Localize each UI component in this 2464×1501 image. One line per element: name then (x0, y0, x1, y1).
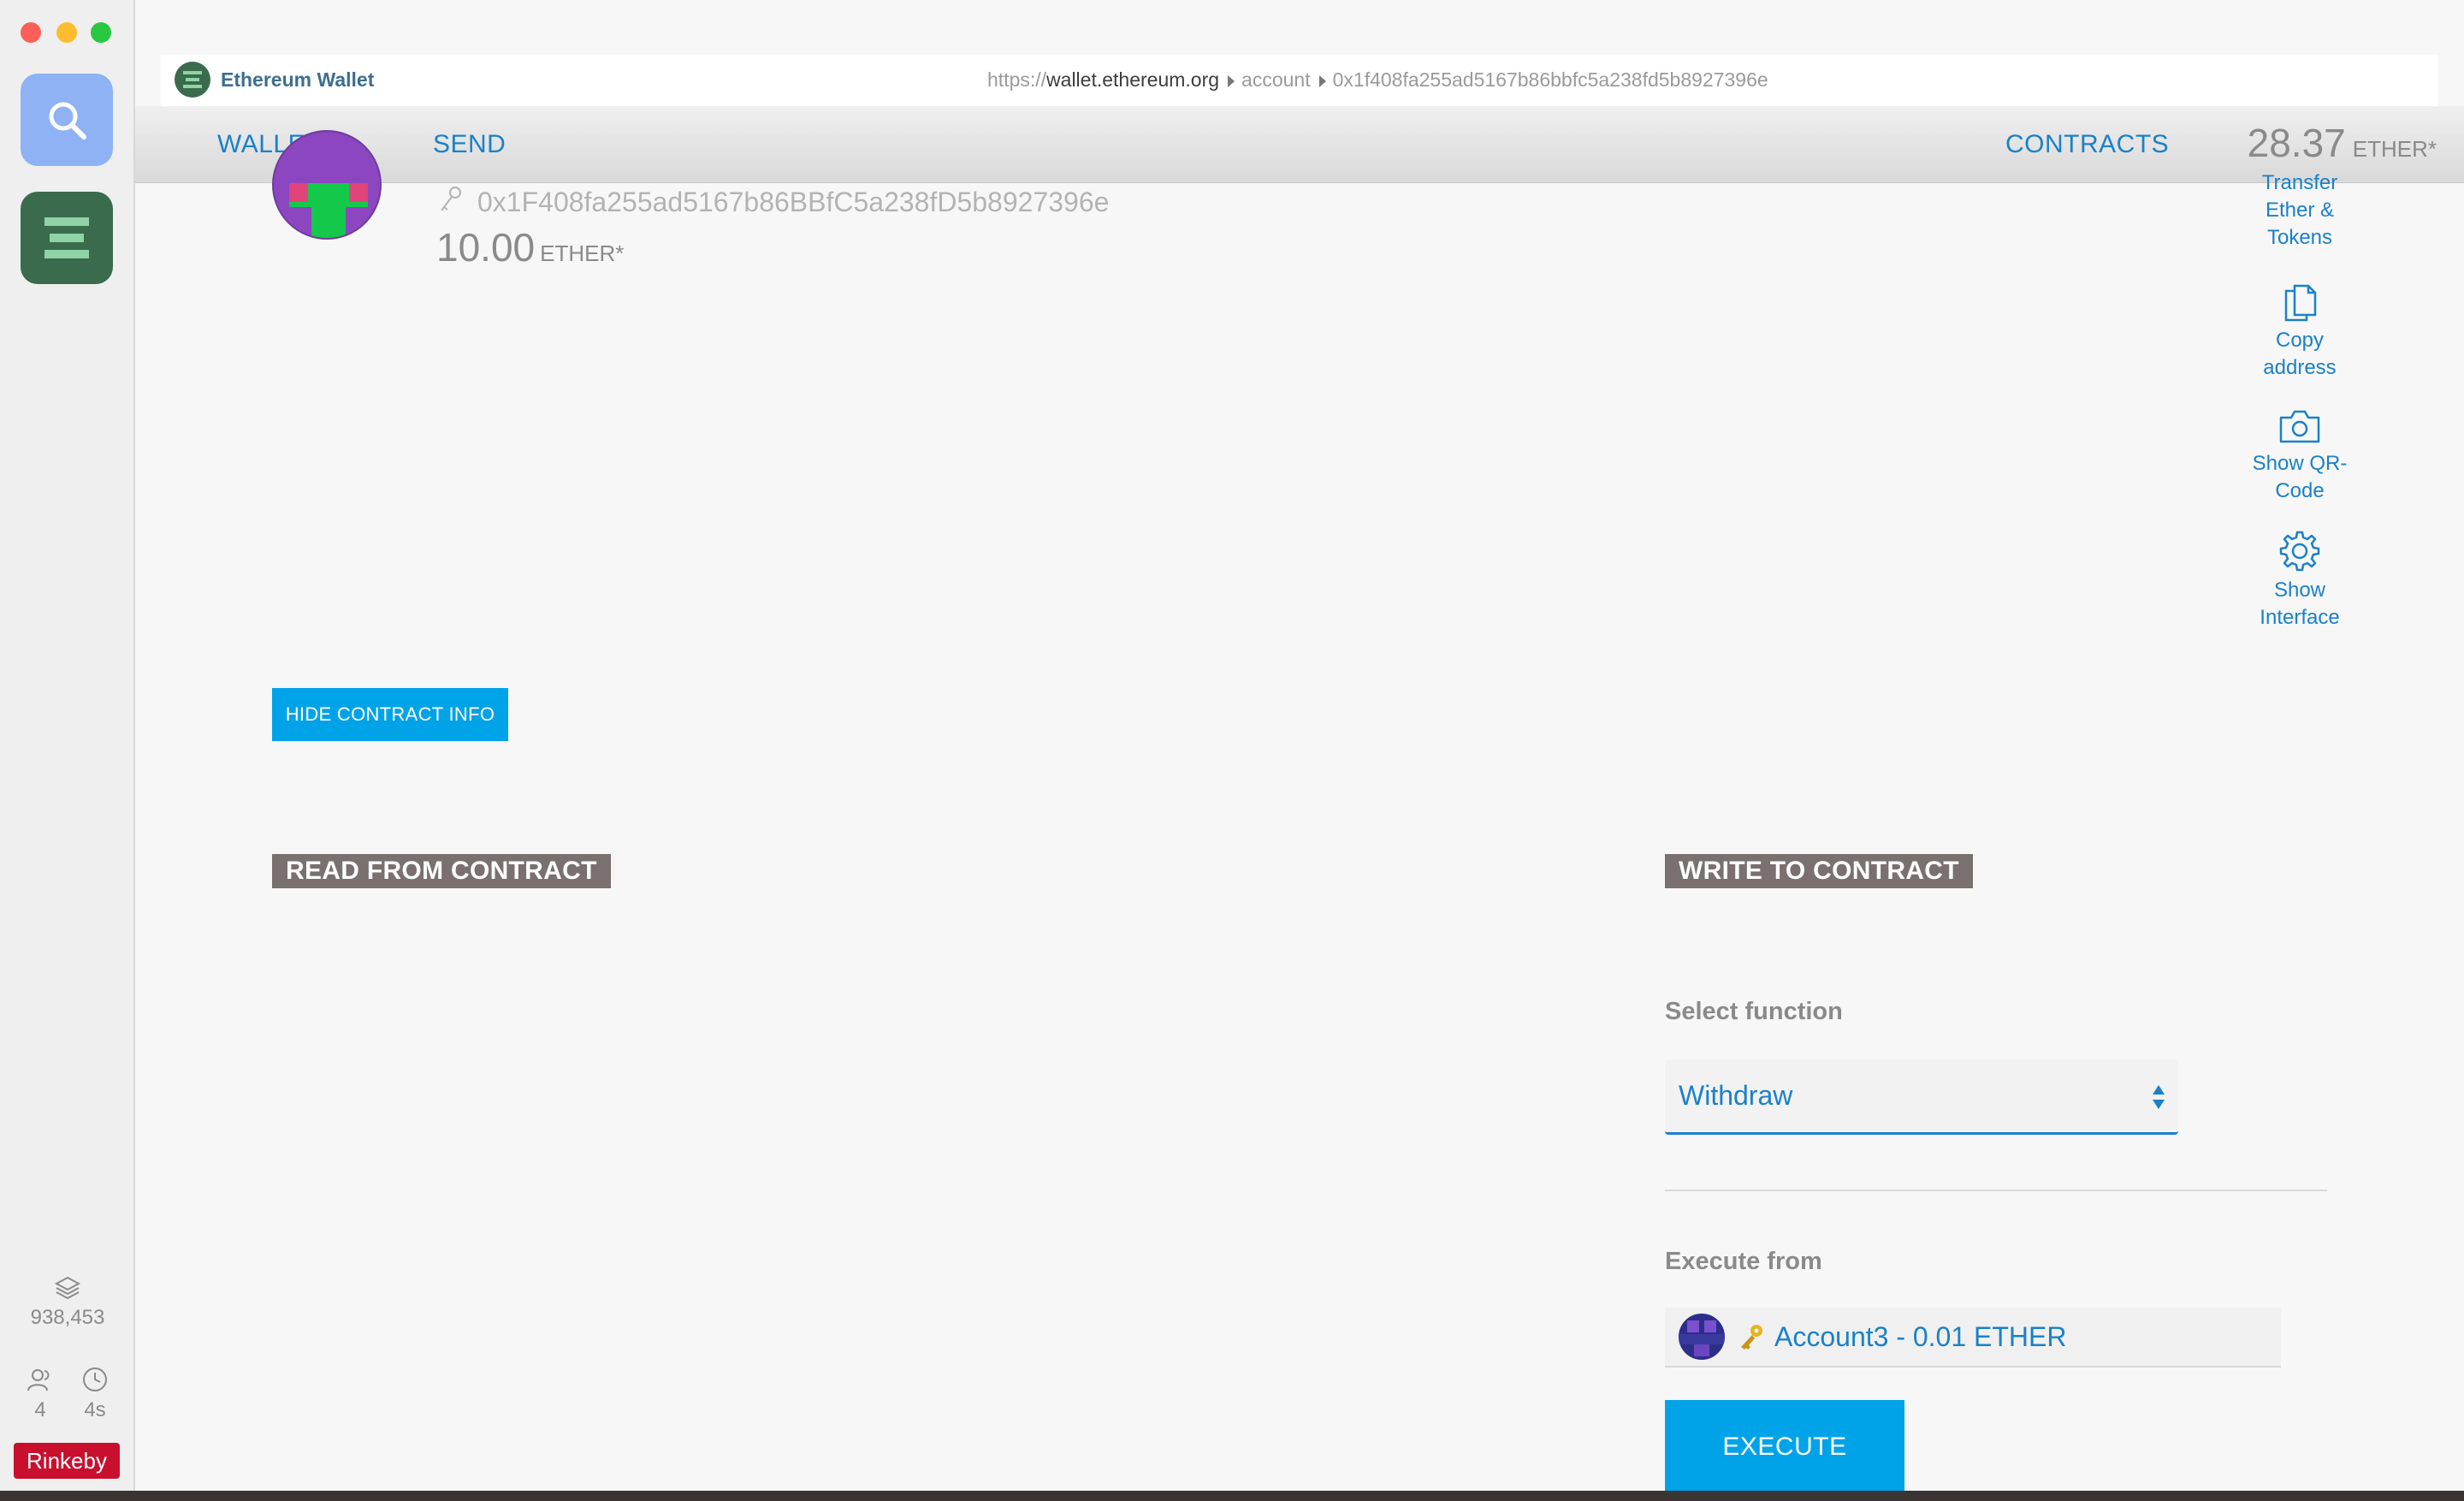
url-scheme: https:// (987, 68, 1047, 91)
key-icon (438, 185, 464, 218)
hide-contract-info-button[interactable]: HIDE CONTRACT INFO (272, 688, 508, 741)
copy-icon (2284, 284, 2317, 322)
contract-page: 0x1F408fa255ad5167b86BBfC5a238fD5b892739… (135, 130, 2464, 1491)
brand: Ethereum Wallet (175, 62, 374, 98)
nav-contracts[interactable]: CONTRACTS (2005, 130, 2169, 159)
key-icon (1741, 1325, 1762, 1350)
execute-from-value: Account3 - 0.01 ETHER (1774, 1320, 2067, 1352)
copy-address-action[interactable]: Copy address (2223, 279, 2377, 382)
action-label-line: Show QR- (2252, 452, 2348, 475)
gear-icon (2279, 531, 2320, 572)
contract-address[interactable]: 0x1F408fa255ad5167b86BBfC5a238fD5b892739… (477, 187, 1109, 218)
function-select-value: Withdraw (1679, 1080, 1793, 1111)
peers-stat: 4 (21, 1366, 60, 1422)
select-arrows-icon (2153, 1085, 2165, 1109)
execute-from-label: Execute from (1665, 1248, 1822, 1275)
execute-button[interactable]: EXECUTE (1665, 1400, 1904, 1491)
show-qr-code-action[interactable]: Show QR- Code (2223, 406, 2377, 505)
ethereum-wallet-icon (44, 217, 89, 258)
close-window-button[interactable] (21, 22, 41, 43)
account-identicon (272, 130, 382, 240)
action-label-line: Interface (2260, 606, 2340, 629)
ethereum-wallet-logo-icon (175, 62, 210, 98)
function-select[interactable]: Withdraw (1665, 1059, 2178, 1135)
nav-send[interactable]: SEND (433, 130, 506, 159)
search-icon (49, 102, 86, 139)
peer-count: 4 (34, 1398, 46, 1421)
app-window: 938,453 4 4s Rinkeby Ethereum Wallet htt… (0, 0, 2464, 1491)
url-host: wallet.ethereum.org (1046, 68, 1220, 91)
block-time-stat: 4s (75, 1366, 115, 1422)
transfer-ether-tokens-action[interactable]: Transfer Ether & Tokens (2223, 169, 2377, 252)
desktop-strip (0, 1491, 2464, 1501)
write-to-contract-title: WRITE TO CONTRACT (1665, 854, 1973, 888)
address-bar[interactable]: Ethereum Wallet https://wallet.ethereum.… (161, 55, 2438, 106)
dock-wallet-button[interactable] (21, 192, 113, 284)
clock-icon (83, 1368, 107, 1391)
contract-balance-amount: 10.00 (436, 225, 536, 270)
action-label-line: Code (2275, 479, 2325, 502)
show-interface-action[interactable]: Show Interface (2223, 529, 2377, 632)
block-number: 938,453 (30, 1306, 105, 1329)
select-function-label: Select function (1665, 998, 1843, 1025)
block-time: 4s (84, 1398, 106, 1421)
action-label-line: Copy (2275, 329, 2325, 352)
block-number-stat: 938,453 (0, 1275, 135, 1330)
minimize-window-button[interactable] (56, 22, 77, 43)
peers-icon (27, 1369, 50, 1391)
url-path-address: 0x1f408fa255ad5167b86bbfc5a238fd5b892739… (1332, 68, 1768, 91)
total-balance-unit: ETHER* (2352, 136, 2437, 162)
action-label-line: Transfer (2261, 171, 2338, 194)
url-text: https://wallet.ethereum.org account 0x1f40… (987, 68, 1768, 92)
sidebar-dock: 938,453 4 4s Rinkeby (0, 0, 135, 1491)
dock-browse-button[interactable] (21, 74, 113, 166)
execute-from-select[interactable]: Account3 - 0.01 ETHER (1665, 1308, 2281, 1368)
url-path-account: account (1241, 68, 1311, 91)
maximize-window-button[interactable] (91, 22, 111, 43)
total-balance: 28.37 ETHER* (2248, 120, 2437, 166)
contract-balance-unit: ETHER* (540, 240, 625, 266)
action-label-line: Ether & (2265, 199, 2335, 222)
network-badge: Rinkeby (14, 1443, 120, 1479)
app-title: Ethereum Wallet (221, 68, 375, 91)
contract-balance: 10.00 ETHER* (436, 224, 624, 270)
main-nav: WALLETS SEND CONTRACTS 28.37 ETHER* (135, 106, 2464, 183)
breadcrumb-chevron-icon (1318, 74, 1326, 87)
action-label-line: address (2263, 356, 2337, 379)
camera-icon (2279, 410, 2320, 443)
read-from-contract-title: READ FROM CONTRACT (272, 854, 611, 888)
account-avatar (1679, 1314, 1725, 1360)
action-label-line: Show (2273, 578, 2326, 602)
breadcrumb-chevron-icon (1228, 74, 1235, 87)
divider (1665, 1190, 2327, 1191)
action-label-line: Tokens (2266, 226, 2333, 249)
total-balance-amount: 28.37 (2247, 121, 2346, 165)
layers-icon (54, 1276, 81, 1300)
